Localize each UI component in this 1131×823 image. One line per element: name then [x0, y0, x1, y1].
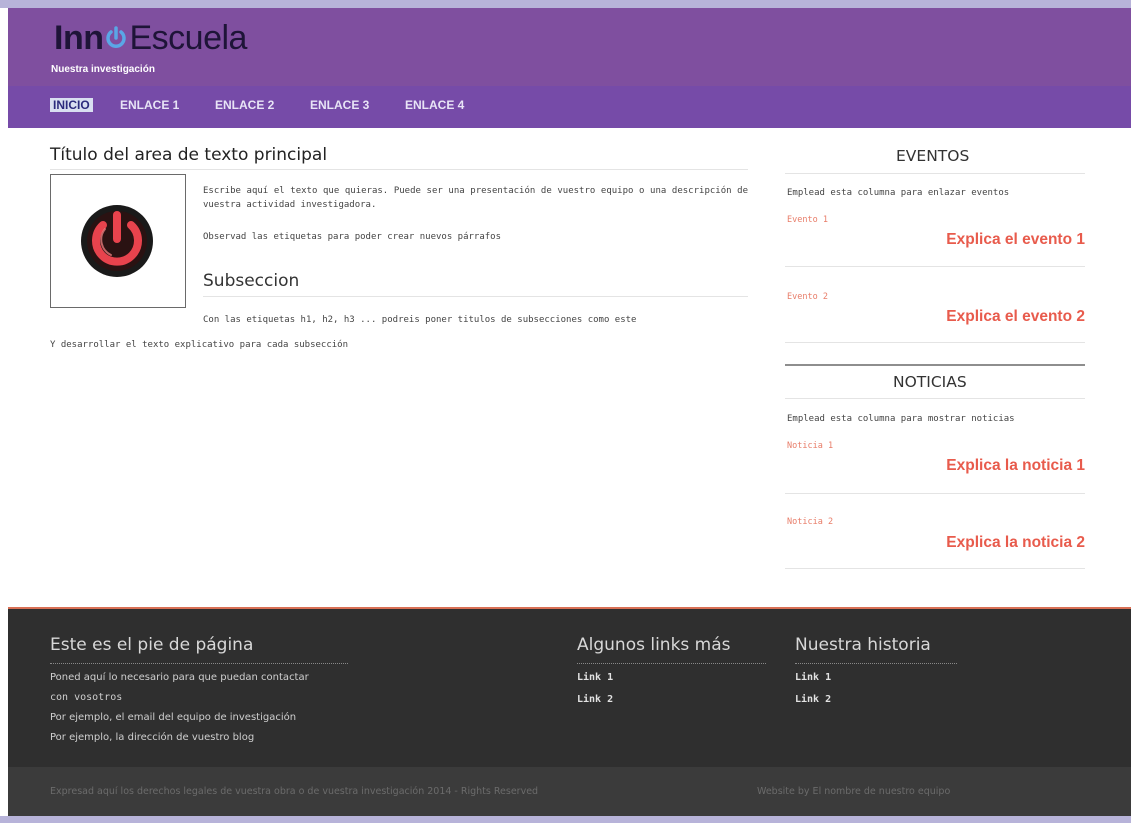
nav-inicio[interactable]: INICIO	[50, 98, 93, 112]
evento-1-label[interactable]: Evento 1	[787, 215, 828, 225]
top-border-strip	[0, 0, 1131, 8]
credit-text[interactable]: Website by El nombre de nuestro equipo	[757, 786, 950, 797]
footer-col3-title: Nuestra historia	[795, 635, 931, 655]
footer-col1-rule	[50, 663, 348, 664]
noticia-2-link[interactable]: Explica la noticia 2	[946, 534, 1085, 552]
footer-col2-link-2[interactable]: Link 2	[577, 694, 613, 705]
site-tagline: Nuestra investigación	[51, 64, 155, 75]
logo-text-inn: Inn	[54, 19, 104, 57]
footer-contact-line-2: con vosotros	[50, 692, 123, 703]
nav-enlace-2[interactable]: ENLACE 2	[215, 98, 274, 112]
noticia-1-divider	[785, 493, 1085, 494]
footer-col2-link-1[interactable]: Link 1	[577, 672, 613, 683]
main-navigation: INICIO ENLACE 1 ENLACE 2 ENLACE 3 ENLACE…	[8, 86, 1131, 128]
footer-contact-line-1: Poned aquí lo necesario para que puedan …	[50, 672, 309, 683]
sidebar-section-divider	[785, 364, 1085, 366]
subsection-title: Subseccion	[203, 271, 300, 291]
main-title-rule	[50, 169, 748, 170]
footer-col1-title: Este es el pie de página	[50, 635, 254, 655]
intro-paragraph: Escribe aquí el texto que quieras. Puede…	[203, 186, 748, 210]
tags-paragraph: Observad las etiquetas para poder crear …	[203, 232, 502, 242]
logo-text-escuela: Escuela	[129, 19, 247, 57]
subsection-body-paragraph: Y desarrollar el texto explicativo para …	[50, 340, 349, 350]
noticias-title-rule	[785, 398, 1085, 399]
eventos-title: EVENTOS	[896, 147, 970, 165]
evento-2-label[interactable]: Evento 2	[787, 292, 828, 302]
nav-enlace-4[interactable]: ENLACE 4	[405, 98, 464, 112]
evento-1-divider	[785, 266, 1085, 267]
noticias-title: NOTICIAS	[893, 373, 967, 391]
eventos-title-rule	[785, 173, 1085, 174]
noticia-1-label[interactable]: Noticia 1	[787, 441, 833, 451]
noticia-2-label[interactable]: Noticia 2	[787, 517, 833, 527]
footer-col3-link-2[interactable]: Link 2	[795, 694, 831, 705]
subsection-paragraph: Con las etiquetas h1, h2, h3 ... podreis…	[203, 315, 637, 325]
footer-col3-rule	[795, 663, 957, 664]
power-icon	[104, 20, 128, 48]
subsection-rule	[203, 296, 748, 297]
nav-enlace-3[interactable]: ENLACE 3	[310, 98, 369, 112]
footer-col2-rule	[577, 663, 766, 664]
evento-2-divider	[785, 342, 1085, 343]
footer-contact-line-3: Por ejemplo, el email del equipo de inve…	[50, 712, 297, 723]
power-button-icon	[81, 205, 153, 277]
power-button-image	[50, 174, 186, 308]
site-logo[interactable]: Inn Escuela	[54, 18, 247, 58]
bottom-border-strip	[0, 816, 1131, 823]
footer-contact-line-4: Por ejemplo, la dirección de vuestro blo…	[50, 732, 255, 743]
noticias-intro: Emplead esta columna para mostrar notici…	[787, 414, 1015, 424]
eventos-intro: Emplead esta columna para enlazar evento…	[787, 188, 1010, 198]
site-header: Inn Escuela Nuestra investigación	[8, 8, 1131, 86]
main-title: Título del area de texto principal	[50, 145, 328, 165]
footer-col3-link-1[interactable]: Link 1	[795, 672, 831, 683]
evento-1-link[interactable]: Explica el evento 1	[946, 231, 1085, 249]
noticia-1-link[interactable]: Explica la noticia 1	[946, 457, 1085, 475]
copyright-text: Expresad aquí los derechos legales de vu…	[50, 786, 539, 797]
noticia-2-divider	[785, 568, 1085, 569]
nav-enlace-1[interactable]: ENLACE 1	[120, 98, 179, 112]
evento-2-link[interactable]: Explica el evento 2	[946, 308, 1085, 326]
footer-col2-title: Algunos links más	[577, 635, 731, 655]
